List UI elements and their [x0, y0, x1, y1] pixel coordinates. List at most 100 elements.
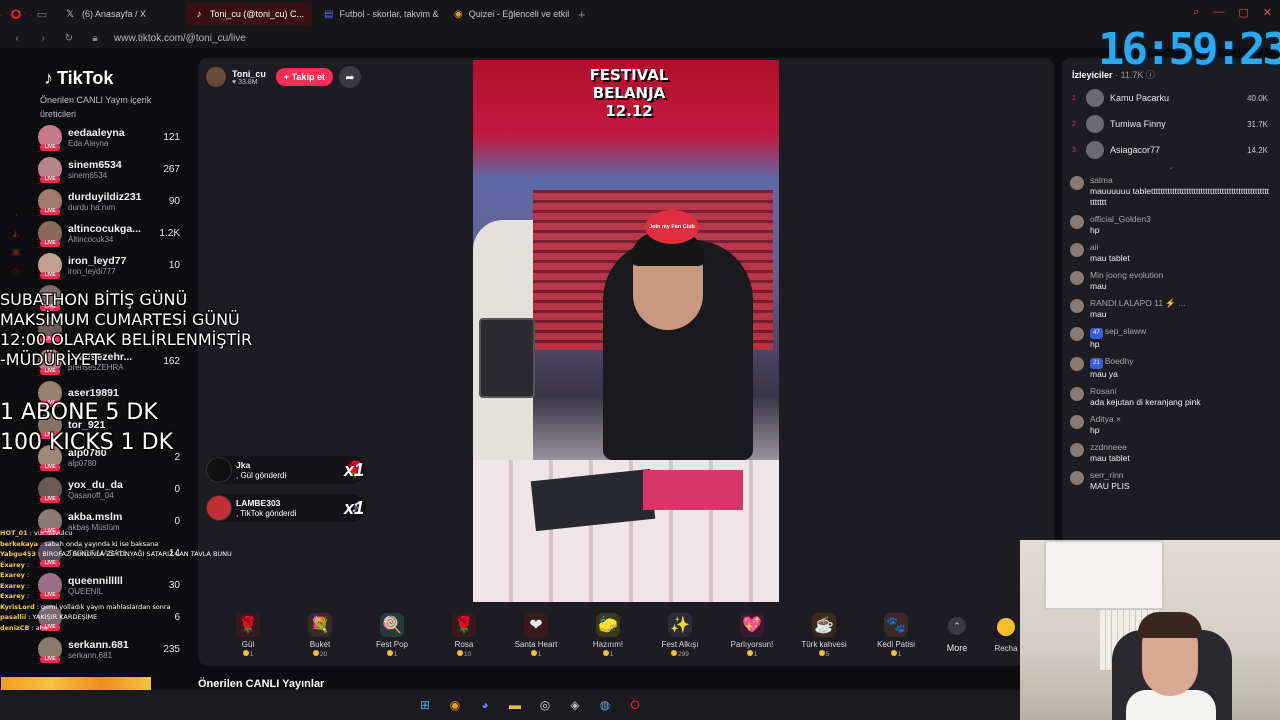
viewer-count: 267	[163, 163, 180, 175]
reload-icon[interactable]: ↻	[60, 33, 78, 44]
creator-item[interactable]: LIVE sinem6534 sinem6534 267	[38, 153, 192, 185]
overlay-chat-user: pasallii	[0, 613, 27, 621]
maximize-icon[interactable]: ▢	[1238, 6, 1248, 19]
avatar[interactable]	[1070, 271, 1084, 285]
sidebar-icon[interactable]: ▣	[12, 247, 21, 258]
more-gifts-button[interactable]: ⌃ More	[932, 617, 982, 653]
coin-icon	[242, 649, 249, 656]
tab-futbol[interactable]: ▤ Futbol - skorlar, takvim &	[316, 3, 442, 25]
x-logo-icon: 𝕏	[65, 8, 75, 20]
avatar[interactable]	[206, 67, 226, 87]
gift-item[interactable]: 🧽 Hazırım! 1	[572, 612, 644, 658]
creator-item[interactable]: LIVE yox_du_da Qasanoff_04 0	[38, 473, 192, 505]
sidebar-icon[interactable]: ◔	[13, 210, 18, 220]
creator-item[interactable]: LIVE iron_leyd77 iron_leydi777 10	[38, 249, 192, 281]
tab-x[interactable]: 𝕏 (6) Anasayfa / X	[56, 3, 182, 25]
tiktok-note-icon: ♪	[44, 68, 53, 88]
file-explorer-icon[interactable]: ▬	[506, 696, 524, 714]
streamer-name[interactable]: Toni_cu	[232, 69, 266, 79]
creator-item[interactable]: LIVE serkann.681 serkann.681 235	[38, 633, 192, 665]
level-badge: 21	[1090, 358, 1103, 369]
viewer-coins: 14.2K	[1247, 145, 1268, 155]
gift-item[interactable]: 🌹 Rosa 10	[428, 612, 500, 658]
avatar[interactable]	[1070, 327, 1084, 341]
username: Min joong evolution	[1090, 270, 1164, 280]
avatar[interactable]	[1070, 415, 1084, 429]
creator-item[interactable]: LIVE eedaaleyna Eda Aleyna 121	[38, 121, 192, 153]
tiktok-logo[interactable]: ♪ TikTok	[44, 68, 192, 89]
live-video[interactable]: FESTIVAL BELANJA 12.12 Join my Fan Club	[473, 60, 779, 602]
opera-logo-icon[interactable]: O	[0, 0, 32, 28]
share-icon[interactable]: ➦	[338, 66, 361, 88]
message-user[interactable]: serr_rinn	[1090, 470, 1130, 481]
gift-price-value: 1	[753, 650, 758, 658]
chevron-down-icon[interactable]: ⌄	[1062, 163, 1280, 175]
avatar	[1086, 141, 1104, 159]
creator-name: eedaaleyna	[68, 126, 125, 139]
avatar[interactable]	[1070, 243, 1084, 257]
workspaces-icon[interactable]: ▭	[32, 8, 52, 21]
top-viewer-row[interactable]: 2 Tumiwa Finny 31.7K	[1072, 111, 1280, 137]
tab-tiktok[interactable]: ♪ Toni_cu (@toni_cu) C...	[186, 3, 312, 25]
gift-item[interactable]: 🐾 Kedi Patisi 1	[860, 612, 932, 658]
chrome-icon[interactable]: ◉	[446, 696, 464, 714]
message-user[interactable]: Min joong evolution	[1090, 270, 1163, 281]
discord-icon[interactable]: ◕	[476, 696, 494, 714]
overlay-chat-line: Exarey :	[0, 571, 30, 579]
minimize-icon[interactable]: —	[1213, 6, 1224, 19]
obs-icon[interactable]: ◎	[536, 696, 554, 714]
search-icon[interactable]: ⌕	[1193, 6, 1199, 19]
avatar[interactable]	[1070, 299, 1084, 313]
forward-icon[interactable]: ›	[34, 33, 52, 44]
avatar[interactable]	[1070, 387, 1084, 401]
avatar: LIVE	[38, 189, 62, 215]
opera-icon[interactable]: O	[626, 696, 644, 714]
message-user[interactable]: Aditya ×	[1090, 414, 1121, 425]
chat-message: Aditya × hp	[1070, 414, 1270, 436]
gift-item[interactable]: ❤ Santa Heart 1	[500, 612, 572, 658]
message-user[interactable]: aii	[1090, 242, 1130, 253]
sidebar-icon[interactable]: ◷	[12, 266, 20, 277]
avatar[interactable]	[1070, 357, 1084, 371]
clock-overlay: 16:59:23	[1098, 24, 1280, 75]
gift-item[interactable]: ☕ Türk kahvesi 5	[788, 612, 860, 658]
gift-item[interactable]: 💐 Buket 20	[284, 612, 356, 658]
message-user[interactable]: salma	[1090, 175, 1270, 186]
gift-item[interactable]: ✨ Fest Alkışı 299	[644, 612, 716, 658]
avatar: LIVE	[38, 477, 62, 503]
gift-item[interactable]: 🍭 Fest Pop 1	[356, 612, 428, 658]
steam-icon[interactable]: ◍	[596, 696, 614, 714]
message-user[interactable]: Rosani	[1090, 386, 1201, 397]
creator-item[interactable]: LIVE altincocukga... Altincocuk34 1.2K	[38, 217, 192, 249]
top-viewer-row[interactable]: 1 Kamu Pacarku 40.0K	[1072, 85, 1280, 111]
fan-club-badge[interactable]: Join my Fan Club	[645, 210, 699, 244]
message-user[interactable]: 47 sep_slaww	[1090, 326, 1146, 339]
gift-text: Jka , Gül gönderdi	[236, 460, 286, 481]
gift-item[interactable]: 💖 Parlıyorsun! 1	[716, 612, 788, 658]
top-viewer-row[interactable]: 3 Asiagacor77 14.2K	[1072, 137, 1280, 163]
message-user[interactable]: official_Golden3	[1090, 214, 1151, 225]
new-tab-button[interactable]: +	[578, 7, 586, 22]
gift-price: 5	[818, 649, 829, 658]
url-field[interactable]: www.tiktok.com/@toni_cu/live	[114, 33, 246, 44]
avatar[interactable]	[1070, 471, 1084, 485]
back-icon[interactable]: ‹	[8, 33, 26, 44]
creator-handle: Altincocuk34	[68, 234, 114, 244]
message-user[interactable]: zzdnneee	[1090, 442, 1130, 453]
follow-button[interactable]: + Takip et	[275, 68, 333, 86]
app-icon[interactable]: ◈	[566, 696, 584, 714]
gift-name: Rosa	[454, 639, 474, 649]
avatar[interactable]	[1070, 176, 1084, 190]
creator-item[interactable]: LIVE durduyildiz231 durdu ha.nım 90	[38, 185, 192, 217]
avatar[interactable]	[1070, 443, 1084, 457]
tab-quizei[interactable]: ◉ Quizei - Eğlenceli ve etkil	[446, 3, 572, 25]
windows-start-icon[interactable]: ⊞	[416, 696, 434, 714]
top-viewers-list: 1 Kamu Pacarku 40.0K 2 Tumiwa Finny 31.7K 3 Asi…	[1062, 85, 1280, 163]
gift-user: LAMBE303	[236, 497, 281, 508]
message-user[interactable]: RANDI LALAPO 11 ⚡ ...	[1090, 298, 1185, 309]
avatar[interactable]	[1070, 215, 1084, 229]
avatar	[206, 495, 232, 521]
message-user[interactable]: 21 Boedhy	[1090, 356, 1134, 369]
close-icon[interactable]: ✕	[1263, 6, 1272, 19]
sidebar-icon[interactable]: ◭	[13, 228, 20, 239]
